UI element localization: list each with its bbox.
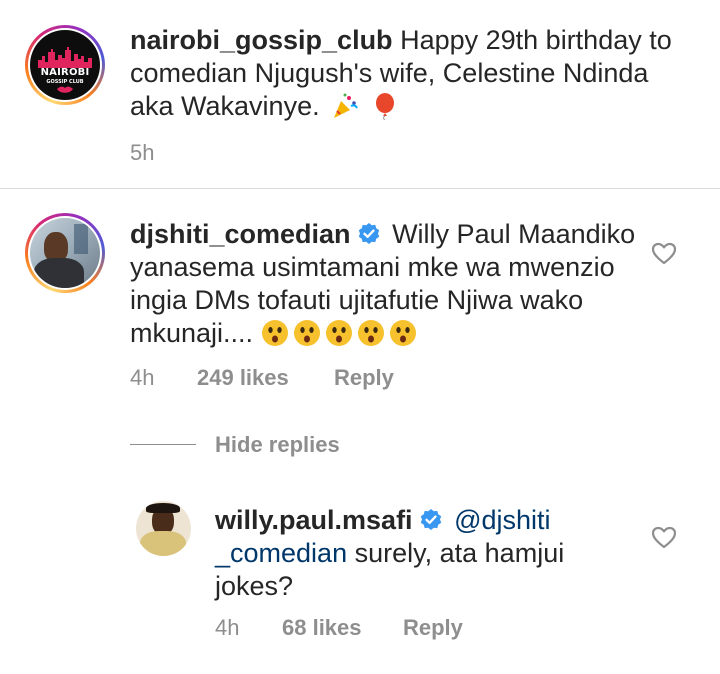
reply-avatar[interactable] bbox=[136, 501, 191, 556]
verified-badge-icon bbox=[420, 509, 441, 530]
post-caption: NAIROBI GOSSIP CLUB nairobi_gossip_club … bbox=[0, 0, 720, 188]
verified-badge-icon bbox=[358, 223, 379, 244]
astonished-emojis bbox=[261, 318, 421, 348]
astonished-face-icon bbox=[357, 320, 384, 346]
comment-username[interactable]: djshiti_comedian bbox=[130, 219, 351, 249]
astonished-face-icon bbox=[389, 320, 416, 346]
reply-text: willy.paul.msafi @djshiti_comedian surel… bbox=[215, 504, 565, 603]
caption-avatar[interactable]: NAIROBI GOSSIP CLUB bbox=[25, 25, 105, 105]
reply-time: 4h bbox=[215, 615, 240, 640]
comment-meta: 4h 249 likes Reply bbox=[130, 365, 394, 391]
caption-text: nairobi_gossip_club Happy 29th birthday … bbox=[130, 24, 690, 123]
skyline-icon bbox=[38, 47, 92, 68]
astonished-face-icon bbox=[261, 320, 288, 346]
comment-text: djshiti_comedian Willy Paul Maandiko yan… bbox=[130, 218, 650, 350]
djshiti-photo bbox=[30, 218, 100, 288]
astonished-face-icon bbox=[293, 320, 320, 346]
reply-reply-button[interactable]: Reply bbox=[403, 615, 463, 641]
reply-likes[interactable]: 68 likes bbox=[282, 615, 403, 641]
balloon-icon bbox=[375, 93, 394, 120]
hide-replies-button[interactable]: Hide replies bbox=[215, 432, 340, 458]
reply-meta: 4h 68 likes Reply bbox=[215, 615, 463, 641]
lips-icon bbox=[57, 86, 73, 93]
reply-like-heart-icon[interactable] bbox=[651, 526, 677, 550]
comment-reply-button[interactable]: Reply bbox=[334, 365, 394, 391]
nairobi-gossip-club-logo: NAIROBI GOSSIP CLUB bbox=[30, 30, 100, 100]
like-heart-icon[interactable] bbox=[651, 242, 677, 266]
caption-time: 5h bbox=[130, 140, 155, 165]
comment-likes[interactable]: 249 likes bbox=[197, 365, 334, 391]
astonished-face-icon bbox=[325, 320, 352, 346]
reply-username[interactable]: willy.paul.msafi bbox=[215, 505, 413, 535]
party-popper-icon bbox=[334, 93, 359, 118]
comment-time: 4h bbox=[130, 365, 155, 390]
commenter-avatar[interactable] bbox=[25, 213, 105, 293]
replies-line bbox=[130, 444, 196, 445]
caption-meta: 5h bbox=[130, 140, 154, 166]
caption-divider bbox=[0, 188, 720, 189]
caption-username[interactable]: nairobi_gossip_club bbox=[130, 25, 393, 55]
